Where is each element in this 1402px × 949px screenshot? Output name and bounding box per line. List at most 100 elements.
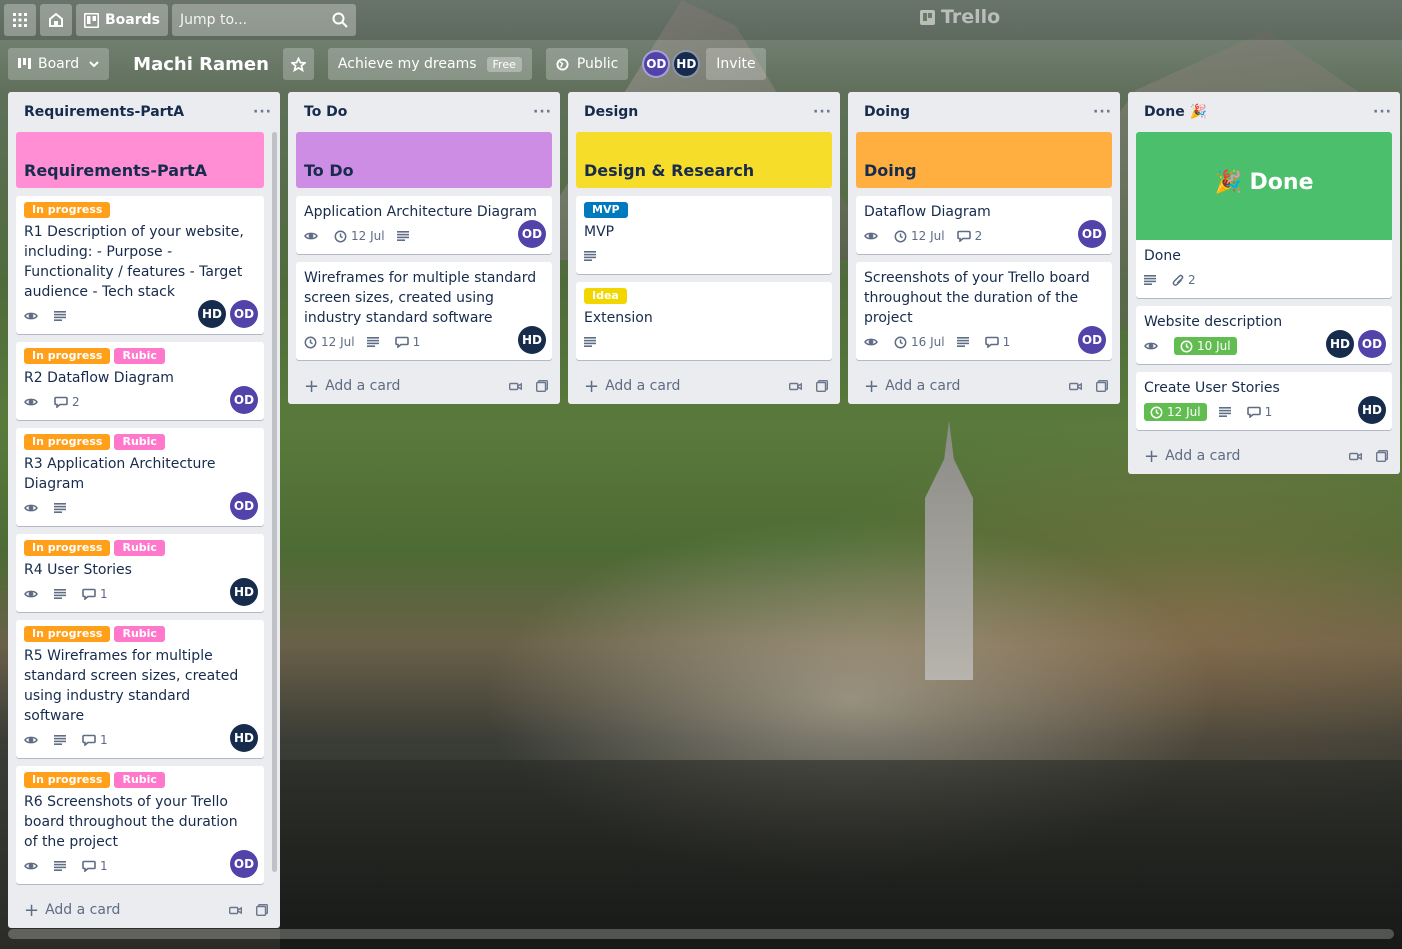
apps-grid-button[interactable] [4, 4, 36, 36]
description-icon [366, 337, 379, 347]
card-label[interactable]: In progress [24, 202, 111, 218]
card[interactable]: MVP MVP [576, 196, 832, 274]
list-header[interactable]: Done 🎉 ··· [1128, 92, 1400, 132]
list-title[interactable]: To Do [304, 104, 347, 120]
due-date-badge[interactable]: 12 Jul [334, 229, 385, 243]
boards-button[interactable]: Boards [76, 4, 168, 36]
due-date-badge[interactable]: 10 Jul [1174, 337, 1237, 355]
list-menu-icon[interactable]: ··· [253, 104, 272, 120]
card-label[interactable]: Idea [584, 288, 627, 304]
cover-card[interactable]: Requirements-PartA [16, 132, 264, 188]
visibility-button[interactable]: Public [545, 48, 629, 80]
card-template-icon[interactable] [256, 904, 268, 916]
add-card-left: + Add a card [864, 376, 960, 397]
list-title[interactable]: Doing [864, 104, 910, 120]
avatar[interactable]: OD [230, 386, 258, 414]
list-scrollbar[interactable] [272, 132, 277, 872]
card-label[interactable]: Rubic [114, 348, 165, 364]
video-icon[interactable] [509, 380, 522, 392]
card[interactable]: In progress Rubic R3 Application Architect… [16, 428, 264, 526]
avatar[interactable]: OD [230, 850, 258, 878]
list-header[interactable]: Doing ··· [848, 92, 1120, 132]
avatar[interactable]: HD [672, 50, 701, 78]
list-header[interactable]: Requirements-PartA ··· [8, 92, 280, 132]
add-card-button[interactable]: + Add a card [568, 368, 840, 404]
card-label[interactable]: Rubic [114, 540, 165, 556]
video-icon[interactable] [1349, 450, 1362, 462]
avatar[interactable]: HD [230, 724, 258, 752]
card-template-icon[interactable] [1376, 450, 1388, 462]
board-title[interactable]: Machi Ramen [123, 54, 279, 75]
card[interactable]: In progress Rubic R6 Screenshots of your T… [16, 766, 264, 884]
card-label[interactable]: Rubic [114, 434, 165, 450]
avatar[interactable]: HD [518, 326, 546, 354]
card-label[interactable]: In progress [24, 434, 111, 450]
cover-card[interactable]: To Do [296, 132, 552, 188]
avatar[interactable]: OD [1358, 330, 1386, 358]
card-template-icon[interactable] [536, 380, 548, 392]
avatar[interactable]: HD [230, 578, 258, 606]
cover-card[interactable]: Design & Research [576, 132, 832, 188]
card[interactable]: In progress R1 Description of your websit… [16, 196, 264, 334]
list-title[interactable]: Design [584, 104, 638, 120]
add-card-button[interactable]: + Add a card [848, 368, 1120, 404]
avatar[interactable]: OD [1078, 326, 1106, 354]
card[interactable]: Dataflow Diagram 12 Jul 2 OD [856, 196, 1112, 254]
card-label[interactable]: Rubic [114, 772, 165, 788]
cover-card[interactable]: 🎉 Done Done 2 [1136, 132, 1392, 298]
card-label[interactable]: In progress [24, 348, 111, 364]
card-template-icon[interactable] [1096, 380, 1108, 392]
card[interactable]: Idea Extension [576, 282, 832, 360]
card[interactable]: Create User Stories 12 Jul 1 HD [1136, 372, 1392, 430]
list-title[interactable]: Requirements-PartA [24, 104, 184, 120]
due-date-badge[interactable]: 12 Jul [894, 229, 945, 243]
cover-card[interactable]: Doing [856, 132, 1112, 188]
card[interactable]: Screenshots of your Trello board through… [856, 262, 1112, 360]
horizontal-scrollbar[interactable] [8, 929, 1394, 939]
list-header[interactable]: Design ··· [568, 92, 840, 132]
card-template-icon[interactable] [816, 380, 828, 392]
add-card-button[interactable]: + Add a card [288, 368, 560, 404]
card[interactable]: Application Architecture Diagram 12 Jul OD [296, 196, 552, 254]
due-date-badge[interactable]: 12 Jul [1144, 403, 1207, 421]
list-menu-icon[interactable]: ··· [1373, 104, 1392, 120]
invite-button[interactable]: Invite [706, 48, 766, 80]
add-card-button[interactable]: + Add a card [8, 892, 280, 928]
list-menu-icon[interactable]: ··· [533, 104, 552, 120]
board-view-switcher[interactable]: Board [8, 48, 110, 80]
home-button[interactable] [40, 4, 72, 36]
star-board-button[interactable] [282, 48, 314, 80]
card[interactable]: In progress Rubic R2 Dataflow Diagram 2 OD [16, 342, 264, 420]
card[interactable]: In progress Rubic R4 User Stories 1 HD [16, 534, 264, 612]
card-label[interactable]: Rubic [114, 626, 165, 642]
card-label[interactable]: In progress [24, 540, 111, 556]
trello-logo[interactable]: Trello [920, 6, 1000, 28]
cover-title: Doing [864, 161, 917, 180]
avatar[interactable]: OD [230, 492, 258, 520]
search-input[interactable]: Jump to... [172, 4, 356, 36]
video-icon[interactable] [789, 380, 802, 392]
card[interactable]: Wireframes for multiple standard screen … [296, 262, 552, 360]
video-icon[interactable] [1069, 380, 1082, 392]
avatar[interactable]: HD [1326, 330, 1354, 358]
avatar[interactable]: OD [1078, 220, 1106, 248]
avatar[interactable]: OD [642, 50, 671, 78]
avatar[interactable]: HD [198, 300, 226, 328]
list-title[interactable]: Done 🎉 [1144, 104, 1207, 120]
video-icon[interactable] [229, 904, 242, 916]
due-date-badge[interactable]: 16 Jul [894, 335, 945, 349]
list-menu-icon[interactable]: ··· [1093, 104, 1112, 120]
list-menu-icon[interactable]: ··· [813, 104, 832, 120]
card-label[interactable]: In progress [24, 626, 111, 642]
avatar[interactable]: HD [1358, 396, 1386, 424]
card[interactable]: Website description 10 Jul HD OD [1136, 306, 1392, 364]
add-card-button[interactable]: + Add a card [1128, 438, 1400, 474]
avatar[interactable]: OD [230, 300, 258, 328]
avatar[interactable]: OD [518, 220, 546, 248]
card-label[interactable]: In progress [24, 772, 111, 788]
card[interactable]: In progress Rubic R5 Wireframes for multip… [16, 620, 264, 758]
card-label[interactable]: MVP [584, 202, 628, 218]
workspace-button[interactable]: Achieve my dreams Free [327, 48, 532, 80]
due-date-badge[interactable]: 12 Jul [304, 335, 355, 349]
list-header[interactable]: To Do ··· [288, 92, 560, 132]
